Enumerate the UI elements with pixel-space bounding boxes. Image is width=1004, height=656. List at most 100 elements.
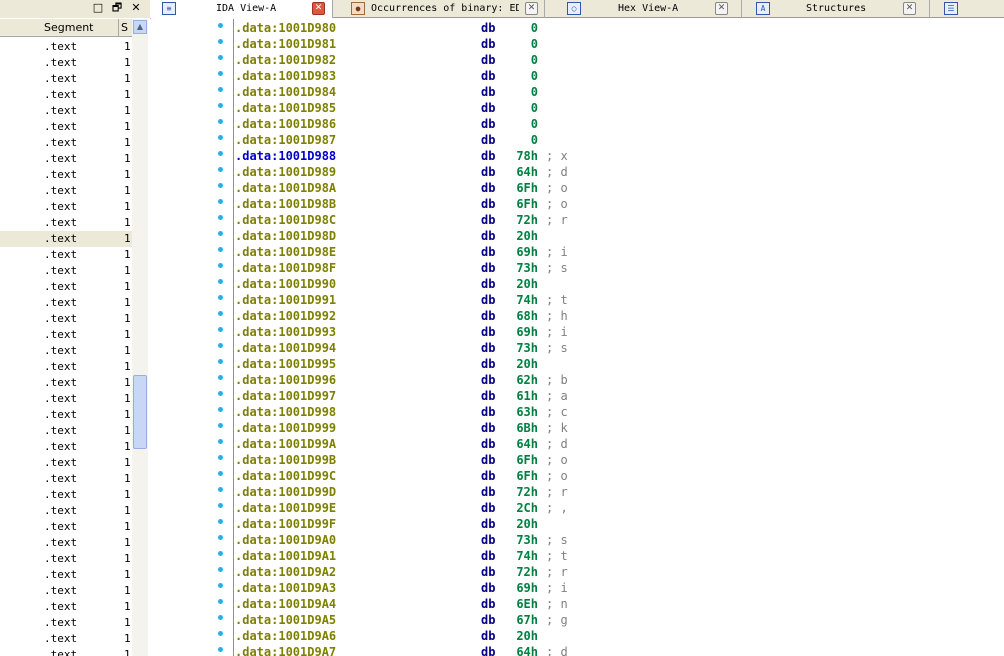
segment-row[interactable]: .text 1( [0, 615, 132, 631]
segment-row[interactable]: .text 1( [0, 295, 132, 311]
listing-line[interactable]: .data:1001D996 db 62h ; b [150, 372, 1004, 388]
segment-row[interactable]: .text 1( [0, 215, 132, 231]
tab-hex-view-a[interactable]: ○ Hex View-A ✕ [545, 0, 742, 18]
segment-row[interactable]: .text 1( [0, 583, 132, 599]
listing-line[interactable]: .data:1001D994 db 73h ; s [150, 340, 1004, 356]
segment-row[interactable]: .text 1( [0, 439, 132, 455]
segment-row[interactable]: .text 1( [0, 167, 132, 183]
segment-row[interactable]: .text 1( [0, 183, 132, 199]
segment-row[interactable]: .text 1( [0, 231, 132, 247]
listing-line[interactable]: .data:1001D9A7 db 64h ; d [150, 644, 1004, 656]
listing-line[interactable]: .data:1001D983 db 0 [150, 68, 1004, 84]
segment-row[interactable]: .text 1( [0, 311, 132, 327]
listing-line[interactable]: .data:1001D988 db 78h ; x [150, 148, 1004, 164]
tab-ida-view-a[interactable]: ≡ IDA View-A ✕ [150, 0, 333, 18]
close-panel-icon[interactable]: ✕ [130, 2, 142, 14]
listing-line[interactable]: .data:1001D999 db 6Bh ; k [150, 420, 1004, 436]
segment-row[interactable]: .text 1( [0, 407, 132, 423]
segment-row[interactable]: .text 1( [0, 247, 132, 263]
segment-row[interactable]: .text 1( [0, 343, 132, 359]
listing-line[interactable]: .data:1001D99D db 72h ; r [150, 484, 1004, 500]
listing-line[interactable]: .data:1001D992 db 68h ; h [150, 308, 1004, 324]
segment-row[interactable]: .text 1( [0, 647, 132, 656]
close-tab-icon[interactable]: ✕ [903, 2, 916, 15]
close-tab-icon[interactable]: ✕ [312, 2, 325, 15]
restore-window-icon[interactable]: 🗗 [111, 2, 123, 14]
segment-row[interactable]: .text 1( [0, 103, 132, 119]
segment-row[interactable]: .text 1( [0, 487, 132, 503]
segment-row[interactable]: .text 1( [0, 423, 132, 439]
listing-line[interactable]: .data:1001D986 db 0 [150, 116, 1004, 132]
listing-line[interactable]: .data:1001D984 db 0 [150, 84, 1004, 100]
listing-line[interactable]: .data:1001D9A1 db 74h ; t [150, 548, 1004, 564]
listing-line[interactable]: .data:1001D9A4 db 6Eh ; n [150, 596, 1004, 612]
tab-occurrences-of-binary[interactable]: ● Occurrences of binary: ED ✕ [333, 0, 545, 18]
segment-row[interactable]: .text 1( [0, 199, 132, 215]
listing-line[interactable]: .data:1001D9A2 db 72h ; r [150, 564, 1004, 580]
listing-line[interactable]: .data:1001D987 db 0 [150, 132, 1004, 148]
segment-row[interactable]: .text 1( [0, 119, 132, 135]
segments-scrollbar[interactable]: ▲ [132, 19, 148, 656]
tab-structures[interactable]: A Structures ✕ [742, 0, 930, 18]
column-header-start[interactable]: S [121, 19, 132, 36]
listing-line[interactable]: .data:1001D981 db 0 [150, 36, 1004, 52]
listing-line[interactable]: .data:1001D9A5 db 67h ; g [150, 612, 1004, 628]
listing-line[interactable]: .data:1001D98B db 6Fh ; o [150, 196, 1004, 212]
tab-more[interactable]: ☰ [930, 0, 1004, 18]
listing-line[interactable]: .data:1001D989 db 64h ; d [150, 164, 1004, 180]
segment-row[interactable]: .text 1( [0, 263, 132, 279]
listing-line[interactable]: .data:1001D98C db 72h ; r [150, 212, 1004, 228]
listing-line[interactable]: .data:1001D98F db 73h ; s [150, 260, 1004, 276]
listing-line[interactable]: .data:1001D9A3 db 69h ; i [150, 580, 1004, 596]
listing-line[interactable]: .data:1001D98D db 20h [150, 228, 1004, 244]
listing-line[interactable]: .data:1001D993 db 69h ; i [150, 324, 1004, 340]
listing-line[interactable]: .data:1001D99F db 20h [150, 516, 1004, 532]
segment-row[interactable]: .text 1( [0, 55, 132, 71]
segment-row[interactable]: .text 1( [0, 535, 132, 551]
close-tab-icon[interactable]: ✕ [715, 2, 728, 15]
segment-row[interactable]: .text 1( [0, 135, 132, 151]
listing-line[interactable]: .data:1001D99A db 64h ; d [150, 436, 1004, 452]
disassembly-listing[interactable]: .data:1001D980 db 0 .data:1001D981 db 0 .data:… [150, 19, 1004, 656]
segment-row[interactable]: .text 1( [0, 151, 132, 167]
listing-line[interactable]: .data:1001D98A db 6Fh ; o [150, 180, 1004, 196]
operand-value: 6Bh [516, 421, 538, 435]
listing-line[interactable]: .data:1001D980 db 0 [150, 20, 1004, 36]
float-window-icon[interactable]: □ [92, 2, 104, 14]
listing-line[interactable]: .data:1001D995 db 20h [150, 356, 1004, 372]
segment-row[interactable]: .text 1( [0, 327, 132, 343]
segment-row[interactable]: .text 1( [0, 503, 132, 519]
segment-row[interactable]: .text 1( [0, 471, 132, 487]
listing-line[interactable]: .data:1001D9A6 db 20h [150, 628, 1004, 644]
segment-row[interactable]: .text 1( [0, 279, 132, 295]
listing-line[interactable]: .data:1001D982 db 0 [150, 52, 1004, 68]
segment-row[interactable]: .text 1( [0, 39, 132, 55]
column-header-segment[interactable]: Segment [0, 19, 119, 36]
listing-line[interactable]: .data:1001D98E db 69h ; i [150, 244, 1004, 260]
listing-line[interactable]: .data:1001D998 db 63h ; c [150, 404, 1004, 420]
listing-line[interactable]: .data:1001D9A0 db 73h ; s [150, 532, 1004, 548]
listing-line[interactable]: .data:1001D990 db 20h [150, 276, 1004, 292]
segment-start: 1( [124, 168, 132, 181]
listing-line[interactable]: .data:1001D991 db 74h ; t [150, 292, 1004, 308]
segment-row[interactable]: .text 1( [0, 455, 132, 471]
listing-line[interactable]: .data:1001D99C db 6Fh ; o [150, 468, 1004, 484]
scrollbar-thumb[interactable] [133, 375, 147, 449]
segment-row[interactable]: .text 1( [0, 359, 132, 375]
segment-row[interactable]: .text 1( [0, 375, 132, 391]
listing-line[interactable]: .data:1001D99B db 6Fh ; o [150, 452, 1004, 468]
segment-row[interactable]: .text 1( [0, 551, 132, 567]
segment-row[interactable]: .text 1( [0, 519, 132, 535]
segment-row[interactable]: .text 1( [0, 599, 132, 615]
listing-line[interactable]: .data:1001D985 db 0 [150, 100, 1004, 116]
segment-row[interactable]: .text 1( [0, 391, 132, 407]
segment-row[interactable]: .text 1( [0, 567, 132, 583]
close-tab-icon[interactable]: ✕ [525, 2, 538, 15]
segment-row[interactable]: .text 1( [0, 631, 132, 647]
listing-line[interactable]: .data:1001D99E db 2Ch ; , [150, 500, 1004, 516]
listing-line[interactable]: .data:1001D997 db 61h ; a [150, 388, 1004, 404]
segment-row[interactable]: .text 1( [0, 71, 132, 87]
mnemonic: db [481, 101, 496, 115]
scroll-up-arrow-icon[interactable]: ▲ [133, 20, 147, 34]
segment-row[interactable]: .text 1( [0, 87, 132, 103]
